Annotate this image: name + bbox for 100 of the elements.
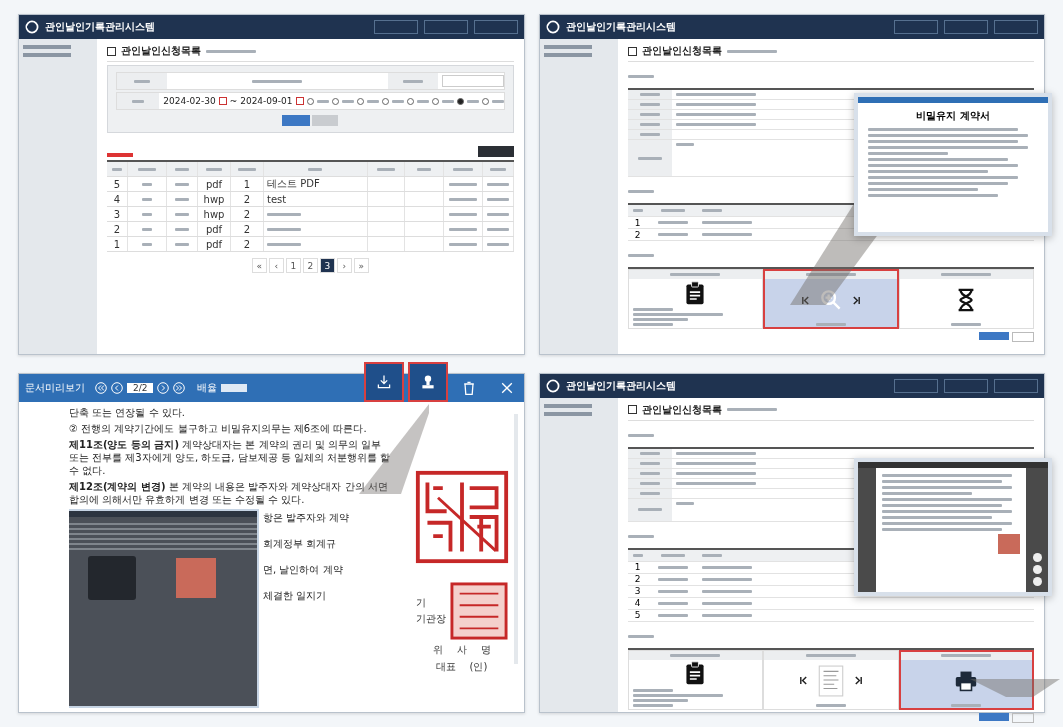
- table-cell: test: [267, 193, 287, 205]
- header-button[interactable]: [944, 20, 988, 34]
- submit-button[interactable]: [979, 712, 1009, 721]
- blurred-text: [632, 323, 673, 326]
- seal-drawing: [998, 533, 1020, 554]
- header-button[interactable]: [894, 20, 938, 34]
- blurred-text: [660, 553, 685, 557]
- period-radio[interactable]: [331, 97, 339, 105]
- blurred-text: [657, 221, 688, 224]
- calendar-icon[interactable]: [295, 97, 304, 105]
- last-page-button[interactable]: [173, 381, 186, 394]
- blurred-text: [175, 167, 189, 171]
- blurred-text: [815, 703, 846, 707]
- header-button[interactable]: [994, 20, 1038, 34]
- app-title: 관인날인기록관리시스템: [45, 20, 155, 34]
- period-radio[interactable]: [381, 97, 389, 105]
- contract-paragraph: 단축 또는 연장될 수 있다.: [69, 405, 186, 419]
- contract-text: 회계정부 회계규: [263, 536, 338, 551]
- seal-drawing: [175, 557, 216, 598]
- blurred-text: [639, 123, 660, 126]
- stamp-button[interactable]: [407, 361, 448, 402]
- header-button[interactable]: [894, 378, 938, 393]
- attachment-step-card[interactable]: [627, 269, 763, 329]
- period-radio[interactable]: [431, 97, 439, 105]
- previous-page-button[interactable]: [111, 381, 123, 394]
- blurred-text: [448, 227, 477, 231]
- blurred-text: [639, 133, 660, 136]
- table-cell-text: 3: [633, 586, 642, 596]
- result-count: [107, 153, 133, 157]
- blurred-text: [657, 233, 688, 236]
- blurred-text: [815, 323, 846, 326]
- page-link[interactable]: 3: [319, 258, 335, 273]
- download-button[interactable]: [363, 361, 404, 402]
- blurred-text: [267, 212, 301, 216]
- first-page-button[interactable]: [95, 381, 107, 394]
- blurred-text: [660, 209, 685, 212]
- header-button[interactable]: [473, 20, 518, 34]
- blurred-text: [142, 212, 152, 216]
- sidebar-item[interactable]: [543, 403, 592, 408]
- blurred-text: [701, 601, 752, 605]
- blurred-text: [416, 99, 429, 103]
- blurred-text: [142, 197, 152, 201]
- page-link[interactable]: ‹: [268, 258, 284, 273]
- sidebar-item[interactable]: [543, 411, 592, 416]
- attachment-step-card[interactable]: [898, 649, 1034, 710]
- register-button[interactable]: [477, 146, 514, 157]
- blurred-text: [701, 589, 752, 593]
- header-button[interactable]: [423, 20, 468, 34]
- table-cell-text: 2: [633, 574, 642, 584]
- table-cell: 2: [231, 192, 264, 206]
- blurred-text: [639, 471, 660, 475]
- blurred-text: [486, 182, 509, 186]
- blurred-text: [448, 182, 477, 186]
- blurred-text: [138, 167, 156, 171]
- list-button[interactable]: [1012, 332, 1034, 342]
- last-page-icon[interactable]: [851, 295, 861, 305]
- period-radio[interactable]: [481, 97, 489, 105]
- document-thumbnail: [817, 664, 844, 697]
- search-button[interactable]: [282, 115, 311, 126]
- page-number-field[interactable]: 2/2: [127, 382, 154, 393]
- page-link[interactable]: »: [353, 258, 369, 273]
- contract-paragraph: ② 전행의 계약기간에도 불구하고 비밀유지의무는 제6조에 따른다.: [69, 421, 368, 435]
- contract-paragraph: 제12조(계약의 변경) 본 계약의 내용은 발주자와 계약상대자 간의 서면 합의에 의해서만 유효하게 변경 또는 수정될 수 있다.: [69, 479, 389, 506]
- blurred-text: [316, 99, 329, 103]
- blurred-text: [632, 209, 643, 212]
- header-button[interactable]: [944, 378, 988, 393]
- app-title: 관인날인기록관리시스템: [565, 20, 676, 34]
- page-link[interactable]: «: [251, 258, 267, 273]
- period-radio[interactable]: [356, 97, 364, 105]
- period-radio[interactable]: [456, 97, 464, 105]
- blurred-text: [701, 553, 722, 557]
- page-link[interactable]: 2: [302, 258, 318, 273]
- first-page-icon[interactable]: [798, 676, 808, 685]
- attachment-step-card[interactable]: [627, 649, 763, 710]
- period-radio[interactable]: [406, 97, 414, 105]
- last-page-icon[interactable]: [853, 676, 863, 685]
- seal-drawing[interactable]: [413, 468, 510, 565]
- blurred-text: [639, 93, 660, 96]
- table-cell: pdf: [198, 222, 231, 236]
- page-link[interactable]: ›: [336, 258, 352, 273]
- page-title: 관인날인신청목록: [641, 44, 722, 58]
- blurred-text: [416, 167, 431, 171]
- calendar-icon[interactable]: [218, 97, 227, 105]
- blurred-text: [452, 167, 473, 171]
- date-field[interactable]: 2024-09-01: [240, 96, 293, 106]
- header-button[interactable]: [373, 20, 418, 34]
- table-cell: 1: [107, 237, 128, 251]
- blurred-text: [448, 242, 477, 246]
- scrollbar[interactable]: [513, 413, 518, 664]
- list-button[interactable]: [1012, 712, 1034, 723]
- next-page-button[interactable]: [157, 381, 170, 394]
- period-radio[interactable]: [306, 97, 314, 105]
- blurred-text: [657, 577, 688, 581]
- zoom-select[interactable]: [221, 383, 248, 392]
- header-button[interactable]: [994, 378, 1038, 393]
- page-link[interactable]: 1: [285, 258, 301, 273]
- logo-icon: [545, 20, 560, 34]
- table-cell: 1: [231, 177, 264, 191]
- blurred-text: [675, 143, 694, 146]
- date-field[interactable]: 2024-02-30: [163, 96, 216, 106]
